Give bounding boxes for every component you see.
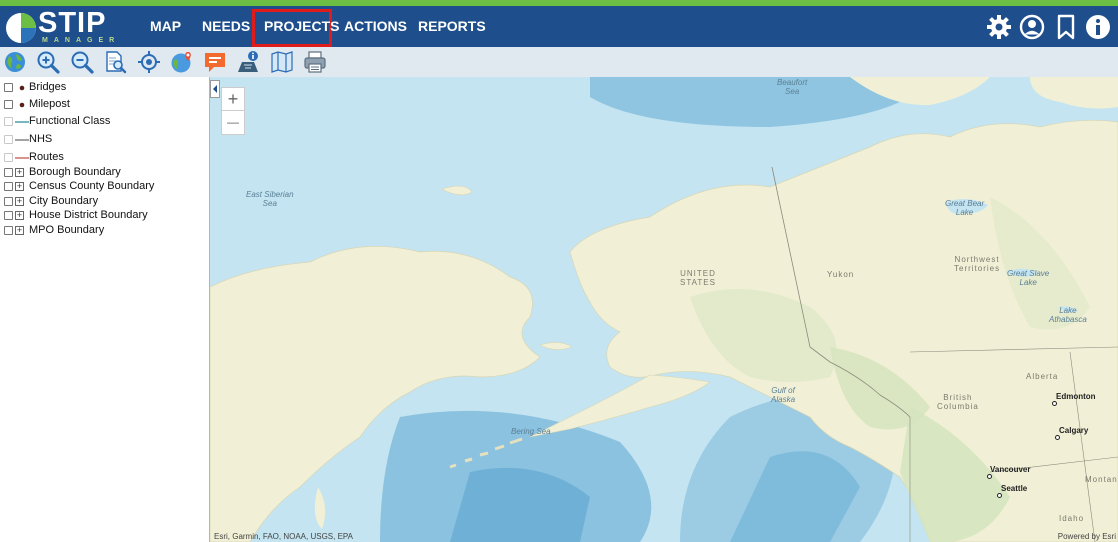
expand-plus-icon[interactable]: + (15, 226, 24, 235)
layer-label: Functional Class (29, 115, 111, 127)
map-zoom-out-button[interactable]: — (222, 111, 244, 134)
nav-needs[interactable]: NEEDS (202, 18, 250, 34)
layer-label: Borough Boundary (29, 166, 121, 178)
layer-checkbox[interactable] (4, 168, 13, 177)
basemap-icon[interactable] (270, 50, 294, 74)
expand-plus-icon[interactable]: + (15, 182, 24, 191)
layer-checkbox[interactable] (4, 117, 13, 126)
layer-label: Routes (29, 151, 64, 163)
label-alberta: Alberta (1026, 372, 1059, 381)
basemap-graphic (210, 77, 1118, 542)
user-account-icon[interactable] (1019, 14, 1045, 40)
line-symbol-icon (15, 157, 29, 159)
layer-checkbox[interactable] (4, 182, 13, 191)
map-info-icon[interactable] (236, 50, 260, 74)
info-icon[interactable] (1085, 14, 1111, 40)
label-east-siberian-sea: East Siberian Sea (246, 190, 294, 208)
map-zoom-control: + — (221, 87, 245, 135)
settings-icon[interactable] (986, 14, 1012, 40)
label-lake-athabasca: Lake Athabasca (1049, 306, 1087, 324)
layer-label: NHS (29, 133, 53, 145)
label-yukon: Yukon (827, 270, 855, 279)
label-beaufort-sea: Beaufort Sea (777, 78, 808, 96)
expand-plus-icon[interactable]: + (15, 168, 24, 177)
city-marker (1052, 401, 1057, 406)
label-british-columbia: British Columbia (937, 393, 979, 411)
print-icon[interactable] (303, 50, 327, 74)
label-great-slave-lake: Great Slave Lake (1007, 269, 1050, 287)
collapse-panel-button[interactable] (210, 80, 220, 98)
layer-label: Bridges (29, 81, 67, 93)
layer-label: House District Boundary (29, 209, 148, 221)
layer-checkbox[interactable] (4, 226, 13, 235)
chevron-left-icon (213, 85, 217, 93)
label-united-states: UNITED STATES (680, 269, 716, 287)
map-view[interactable]: + — Beaufort Sea East Siberian Sea Berin… (210, 77, 1118, 542)
locate-icon[interactable] (137, 50, 161, 74)
city-marker (997, 493, 1002, 498)
bullet-dot-icon (19, 85, 25, 91)
logo-subtitle: MANAGER (42, 37, 121, 44)
label-vancouver: Vancouver (990, 465, 1031, 474)
logo-title: STIP (38, 7, 107, 39)
layer-checkbox[interactable] (4, 197, 13, 206)
map-toolbar (0, 47, 1118, 77)
map-zoom-in-button[interactable]: + (222, 88, 244, 111)
map-marker-icon[interactable] (170, 50, 194, 74)
zoom-in-icon[interactable] (36, 50, 60, 74)
label-idaho: Idaho (1059, 514, 1085, 523)
bookmark-icon[interactable] (1053, 14, 1079, 40)
layer-label: City Boundary (29, 195, 99, 207)
label-montana: Montan (1085, 475, 1118, 484)
layer-checkbox[interactable] (4, 211, 13, 220)
layer-label: Milepost (29, 98, 70, 110)
layer-list-panel: Bridges Milepost Functional Class NHS Ro… (0, 77, 210, 542)
line-symbol-icon (15, 139, 29, 141)
nav-projects[interactable]: PROJECTS (264, 18, 339, 34)
layer-checkbox[interactable] (4, 135, 13, 144)
nav-map[interactable]: MAP (150, 18, 181, 34)
stip-manager-logo[interactable]: STIP MANAGER (4, 7, 114, 46)
city-marker (987, 474, 992, 479)
globe-icon[interactable] (3, 50, 27, 74)
layer-checkbox[interactable] (4, 83, 13, 92)
comment-icon[interactable] (203, 50, 227, 74)
layer-checkbox[interactable] (4, 153, 13, 162)
layer-label: Census County Boundary (29, 180, 155, 192)
label-edmonton: Edmonton (1056, 392, 1096, 401)
label-seattle: Seattle (1001, 484, 1028, 493)
powered-by-esri[interactable]: Powered by Esri (1058, 532, 1116, 541)
nav-actions[interactable]: ACTIONS (344, 18, 407, 34)
bullet-dot-icon (19, 102, 25, 108)
nav-reports[interactable]: REPORTS (418, 18, 486, 34)
layer-label: MPO Boundary (29, 224, 105, 236)
expand-plus-icon[interactable]: + (15, 197, 24, 206)
city-marker (1055, 435, 1060, 440)
zoom-out-icon[interactable] (70, 50, 94, 74)
label-northwest-territories: Northwest Territories (954, 255, 1001, 273)
search-document-icon[interactable] (104, 50, 128, 74)
top-navigation-bar: STIP MANAGER MAP NEEDS PROJECTS ACTIONS … (0, 0, 1118, 47)
label-bering-sea: Bering Sea (511, 427, 551, 436)
layer-checkbox[interactable] (4, 100, 13, 109)
expand-plus-icon[interactable]: + (15, 211, 24, 220)
label-calgary: Calgary (1059, 426, 1089, 435)
line-symbol-icon (15, 121, 29, 123)
label-gulf-of-alaska: Gulf of Alaska (771, 386, 796, 404)
label-great-bear-lake: Great Bear Lake (945, 199, 985, 217)
logo-mark-icon (6, 13, 36, 43)
map-attribution: Esri, Garmin, FAO, NOAA, USGS, EPA (214, 532, 353, 541)
